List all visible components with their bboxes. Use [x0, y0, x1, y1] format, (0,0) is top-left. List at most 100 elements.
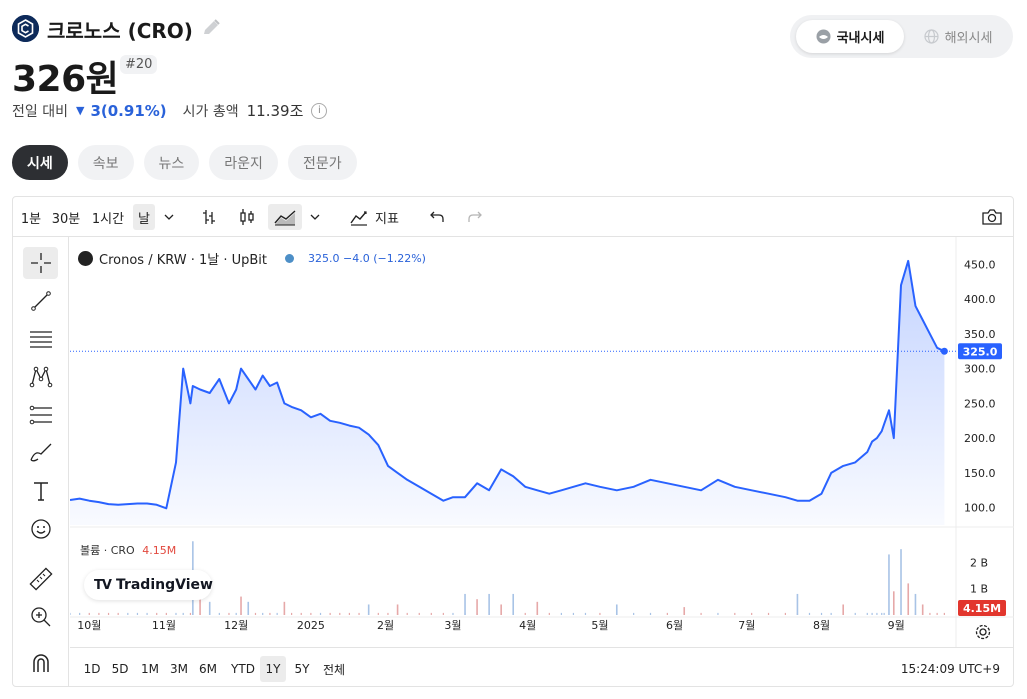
volume-bar	[524, 612, 526, 615]
time-axis-tick: 8월	[813, 619, 830, 632]
interval-day[interactable]: 날	[133, 204, 155, 230]
volume-bar	[175, 612, 177, 615]
candle-chart-type-icon[interactable]	[235, 204, 259, 230]
range-5d[interactable]: 5D	[108, 656, 132, 682]
volume-bar	[387, 612, 389, 615]
volume-bar	[98, 612, 100, 615]
volume-bar	[820, 612, 823, 615]
volume-bar	[240, 596, 242, 615]
volume-bar	[310, 612, 312, 615]
volume-bar	[854, 612, 856, 615]
indicators-button[interactable]: 지표	[343, 204, 405, 230]
tab-price[interactable]: 시세	[12, 145, 68, 180]
price-axis-tick: 400.0	[964, 293, 996, 306]
time-axis-tick: 9월	[888, 619, 905, 632]
interval-1h[interactable]: 1시간	[89, 204, 127, 230]
domestic-price-button[interactable]: 국내시세	[796, 20, 904, 53]
range-all[interactable]: 전체	[318, 656, 350, 682]
volume-bar	[900, 549, 902, 615]
change-label: 전일 대비	[12, 103, 68, 120]
volume-last-label: 4.15M	[963, 602, 1001, 615]
tradingview-logo[interactable]: TV TradingView	[84, 570, 213, 600]
change-amount: 3(0.91%)	[90, 101, 167, 120]
volume-bar	[866, 612, 868, 615]
interval-30m[interactable]: 30분	[50, 204, 82, 230]
time-axis-tick: 7월	[738, 619, 755, 632]
volume-bar	[830, 612, 832, 615]
change-value: ▼ 3(0.91%)	[76, 102, 167, 120]
volume-bar	[291, 612, 293, 615]
tab-expert[interactable]: 전문가	[287, 145, 357, 180]
undo-icon[interactable]	[425, 204, 449, 230]
volume-bar	[599, 612, 601, 615]
range-1m[interactable]: 1M	[137, 656, 163, 682]
volume-bar	[300, 612, 302, 615]
zoom-in-icon[interactable]	[23, 601, 58, 633]
volume-bar	[751, 612, 753, 615]
range-1d[interactable]: 1D	[80, 656, 104, 682]
volume-value: 4.15M	[142, 544, 177, 557]
volume-bar	[208, 601, 211, 615]
info-icon[interactable]: i	[311, 102, 328, 119]
domestic-price-label: 국내시세	[836, 31, 885, 46]
volume-bar	[319, 612, 322, 615]
volume-bar	[892, 591, 895, 615]
time-axis-tick: 5월	[591, 619, 608, 632]
volume-bar	[117, 612, 119, 615]
price-axis-tick: 300.0	[964, 363, 996, 376]
fib-retracement-icon[interactable]	[23, 399, 58, 431]
volume-legend: 볼륨 · CRO 4.15M	[80, 542, 176, 558]
rank-badge: #20	[120, 55, 158, 74]
range-3m[interactable]: 3M	[166, 656, 192, 682]
bar-chart-type-icon[interactable]	[197, 204, 221, 230]
cronos-symbol-icon	[78, 251, 93, 266]
redo-icon[interactable]	[463, 204, 487, 230]
market-cap-value: 11.39조	[246, 102, 304, 120]
horizontal-lines-icon[interactable]	[23, 323, 58, 355]
emoji-icon[interactable]	[23, 513, 58, 545]
volume-bar	[329, 612, 331, 615]
ruler-icon[interactable]	[23, 563, 58, 595]
volume-axis-tick: 2 B	[970, 556, 988, 569]
volume-bar	[396, 604, 399, 615]
tab-breaking-news[interactable]: 속보	[77, 145, 134, 180]
range-5y[interactable]: 5Y	[290, 656, 314, 682]
range-bar: 1D 5D 1M 3M 6M YTD 1Y 5Y 전체 15:24:09 UTC…	[70, 647, 1014, 687]
settings-gear-icon[interactable]	[974, 623, 994, 643]
volume-bar	[876, 612, 878, 615]
down-triangle-icon: ▼	[75, 104, 85, 117]
brush-icon[interactable]	[23, 437, 58, 469]
price-axis-tick: 450.0	[964, 258, 996, 271]
symbol-label: Cronos / KRW · 1날 · UpBit	[99, 253, 268, 268]
chart-legend: Cronos / KRW · 1날 · UpBit 325.0 −4.0 (−1…	[78, 249, 426, 268]
pattern-icon[interactable]	[23, 361, 58, 393]
trend-line-icon[interactable]	[23, 285, 58, 317]
tab-lounge[interactable]: 라운지	[209, 145, 278, 180]
tab-news[interactable]: 뉴스	[143, 145, 200, 180]
volume-bar	[269, 612, 271, 615]
volume-bar	[936, 612, 938, 615]
chart-type-dropdown-chevron-icon[interactable]	[305, 204, 325, 230]
area-chart-type-icon[interactable]	[268, 204, 302, 230]
last-price-point	[940, 347, 948, 355]
price-axis-tick: 250.0	[964, 397, 996, 410]
volume-bar	[808, 612, 811, 615]
global-price-button[interactable]: 해외시세	[908, 20, 1008, 53]
price-axis-tick: 350.0	[964, 328, 996, 341]
interval-dropdown-chevron-icon[interactable]	[159, 204, 179, 230]
pencil-icon[interactable]	[200, 17, 222, 39]
global-price-label: 해외시세	[944, 31, 993, 46]
range-1y[interactable]: 1Y	[260, 656, 286, 682]
interval-1m[interactable]: 1분	[19, 204, 43, 230]
text-tool-icon[interactable]	[23, 475, 58, 507]
volume-bar	[189, 612, 192, 615]
volume-bar	[796, 593, 799, 615]
crosshair-icon[interactable]	[23, 247, 58, 279]
volume-axis-tick: 1 B	[970, 583, 988, 596]
range-6m[interactable]: 6M	[195, 656, 221, 682]
chart-plot[interactable]: 100.0 150.0 200.0 250.0 300.0 350.0 400.0 450.0…	[70, 237, 1014, 687]
magnet-icon[interactable]	[23, 647, 58, 679]
range-ytd[interactable]: YTD	[225, 656, 261, 682]
camera-icon[interactable]	[979, 204, 1005, 230]
volume-bar	[881, 612, 883, 615]
